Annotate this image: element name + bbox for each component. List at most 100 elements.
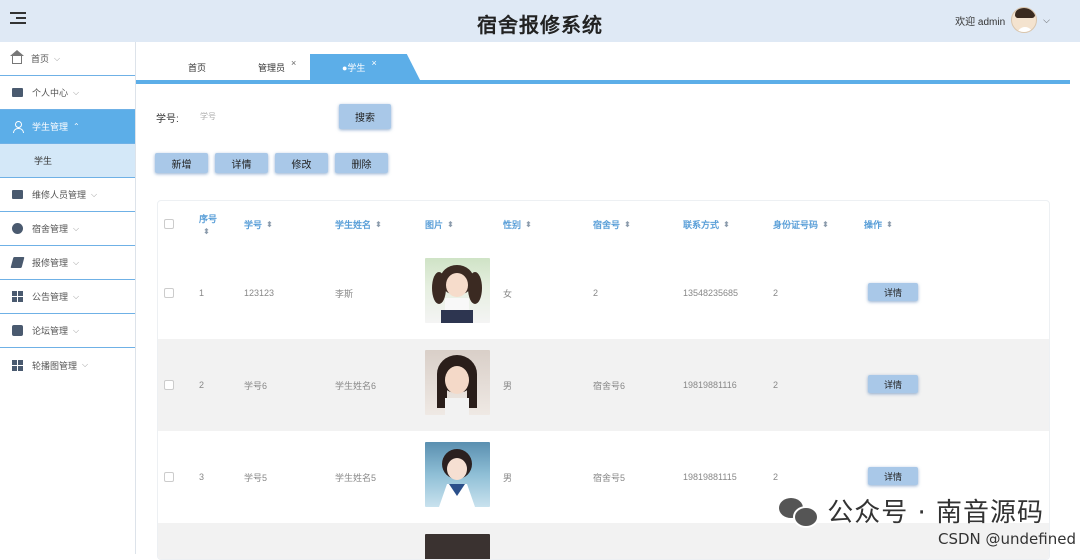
table-row[interactable]: 2 学号6 学生姓名6 男 宿舍号6 19819881116 2 详情	[158, 339, 1049, 431]
close-icon[interactable]: ×	[371, 58, 376, 68]
sidebar-item-personal-center[interactable]: 个人中心 ⌵	[0, 76, 135, 110]
sidebar-item-notice-management[interactable]: 公告管理 ⌵	[0, 280, 135, 314]
select-all-checkbox-cell[interactable]	[164, 201, 174, 247]
chevron-down-icon[interactable]: ⌵	[1043, 15, 1050, 26]
delete-button[interactable]: 删除	[335, 153, 388, 173]
row-checkbox[interactable]	[164, 380, 174, 390]
sidebar-item-label: 论坛管理	[32, 326, 69, 336]
sidebar-item-label: 公告管理	[32, 292, 69, 302]
add-button[interactable]: 新增	[155, 153, 208, 173]
select-all-checkbox[interactable]	[164, 219, 174, 229]
tab-bar: 首页 管理员 × ●学生 ×	[136, 42, 1080, 84]
row-checkbox[interactable]	[164, 472, 174, 482]
top-header: 宿舍报修系统 欢迎 admin ⌵	[0, 0, 1080, 42]
sidebar-item-label: 维修人员管理	[32, 190, 87, 200]
sidebar-item-label: 轮播图管理	[32, 360, 78, 371]
sidebar-item-label: 学生管理	[32, 122, 69, 132]
column-header-label: 学号	[244, 219, 263, 230]
sidebar-item-repairman-management[interactable]: 维修人员管理 ⌵	[0, 178, 135, 212]
row-detail-button[interactable]: 详情	[868, 375, 918, 393]
sidebar: 首页 ⌵ 个人中心 ⌵ 学生管理 ⌃ 学生 维修人员管理 ⌵ 宿舍管理 ⌵ 报修…	[0, 42, 136, 554]
sort-icon[interactable]: ⬍	[447, 220, 454, 229]
sort-icon[interactable]: ⬍	[525, 220, 532, 229]
column-header-student-name[interactable]: 学生姓名 ⬍	[335, 201, 382, 247]
column-header-label: 操作	[864, 219, 883, 230]
student-photo	[425, 350, 490, 415]
sidebar-item-carousel-management[interactable]: 轮播图管理 ⌵	[0, 348, 135, 382]
sidebar-item-label: 报修管理	[32, 258, 69, 268]
avatar[interactable]	[1011, 7, 1038, 33]
folder-icon	[12, 88, 23, 97]
sidebar-item-dorm-management[interactable]: 宿舍管理 ⌵	[0, 212, 135, 246]
user-menu[interactable]: 欢迎 admin ⌵	[955, 6, 1050, 34]
column-header-label: 宿舍号	[593, 219, 621, 230]
ticket-icon	[12, 190, 23, 199]
sort-icon[interactable]: ⬍	[266, 220, 273, 229]
chevron-down-icon: ⌵	[73, 87, 80, 97]
row-checkbox[interactable]	[164, 288, 174, 298]
cell-gender: 男	[503, 380, 513, 391]
edit-button[interactable]: 修改	[275, 153, 328, 173]
detail-button[interactable]: 详情	[215, 153, 268, 173]
chevron-down-icon: ⌵	[82, 360, 89, 369]
column-header-label: 性别	[503, 219, 522, 230]
sort-icon[interactable]: ⬍	[822, 220, 829, 229]
sort-icon[interactable]: ⬍	[203, 227, 210, 236]
chevron-down-icon: ⌵	[91, 189, 98, 199]
cell-id-no: 2	[773, 288, 779, 298]
layout-icon	[12, 359, 23, 371]
forum-icon	[12, 325, 23, 336]
column-header-student-no[interactable]: 学号 ⬍	[244, 201, 273, 247]
sidebar-subitem-student[interactable]: 学生	[0, 144, 135, 178]
tab-label: ●学生	[342, 62, 366, 73]
column-header-contact[interactable]: 联系方式 ⬍	[683, 201, 730, 247]
search-button[interactable]: 搜索	[339, 104, 391, 129]
row-detail-button[interactable]: 详情	[868, 283, 918, 301]
watermark-csdn: CSDN @undefined	[937, 530, 1076, 548]
chevron-down-icon: ⌵	[73, 325, 80, 335]
chevron-down-icon: ⌵	[73, 223, 80, 233]
sidebar-item-home[interactable]: 首页 ⌵	[0, 42, 135, 76]
tab-admin[interactable]: 管理员 ×	[258, 54, 296, 80]
cell-index: 1	[199, 288, 205, 298]
cell-gender: 女	[503, 288, 513, 299]
sort-icon[interactable]: ⬍	[886, 220, 893, 229]
row-detail-button[interactable]: 详情	[868, 467, 918, 485]
column-header-label: 联系方式	[683, 219, 720, 230]
sort-icon[interactable]: ⬍	[375, 220, 382, 229]
cell-dorm-no: 宿舍号6	[593, 380, 626, 391]
user-icon	[12, 121, 24, 133]
table-row[interactable]: 1 123123 李斯 女 2 13548235685 2 详情	[158, 247, 1049, 339]
tab-underline	[136, 80, 1070, 84]
home-icon	[10, 50, 24, 64]
sidebar-item-student-management[interactable]: 学生管理 ⌃	[0, 110, 135, 144]
search-input[interactable]	[190, 104, 330, 128]
cell-dorm-no: 宿舍号5	[593, 472, 626, 483]
cell-gender: 男	[503, 472, 513, 483]
column-header-operation[interactable]: 操作 ⬍	[864, 201, 893, 247]
chevron-down-icon: ⌵	[54, 53, 61, 63]
student-photo-image	[432, 265, 482, 323]
cell-student-name: 学生姓名6	[335, 380, 377, 391]
column-header-dorm-no[interactable]: 宿舍号 ⬍	[593, 201, 631, 247]
sort-icon[interactable]: ⬍	[624, 220, 631, 229]
chevron-down-icon: ⌵	[73, 291, 80, 301]
column-header-label: 图片	[425, 219, 444, 230]
building-icon	[12, 223, 23, 234]
tab-home[interactable]: 首页	[188, 54, 206, 80]
cell-id-no: 2	[773, 472, 779, 482]
cell-index: 2	[199, 380, 205, 390]
chevron-up-icon: ⌃	[73, 122, 80, 131]
column-header-photo[interactable]: 图片 ⬍	[425, 201, 454, 247]
tab-student[interactable]: ●学生 ×	[310, 54, 420, 80]
close-icon[interactable]: ×	[291, 58, 296, 68]
column-header-id-no[interactable]: 身份证号码 ⬍	[773, 201, 829, 247]
sidebar-item-forum-management[interactable]: 论坛管理 ⌵	[0, 314, 135, 348]
cell-student-no: 学号5	[244, 472, 268, 483]
sidebar-item-label: 个人中心	[32, 88, 69, 98]
column-header-index[interactable]: 序号 ⬍	[199, 201, 217, 247]
cell-contact: 19819881116	[683, 380, 737, 390]
sort-icon[interactable]: ⬍	[723, 220, 730, 229]
column-header-gender[interactable]: 性别 ⬍	[503, 201, 532, 247]
sidebar-item-repair-management[interactable]: 报修管理 ⌵	[0, 246, 135, 280]
